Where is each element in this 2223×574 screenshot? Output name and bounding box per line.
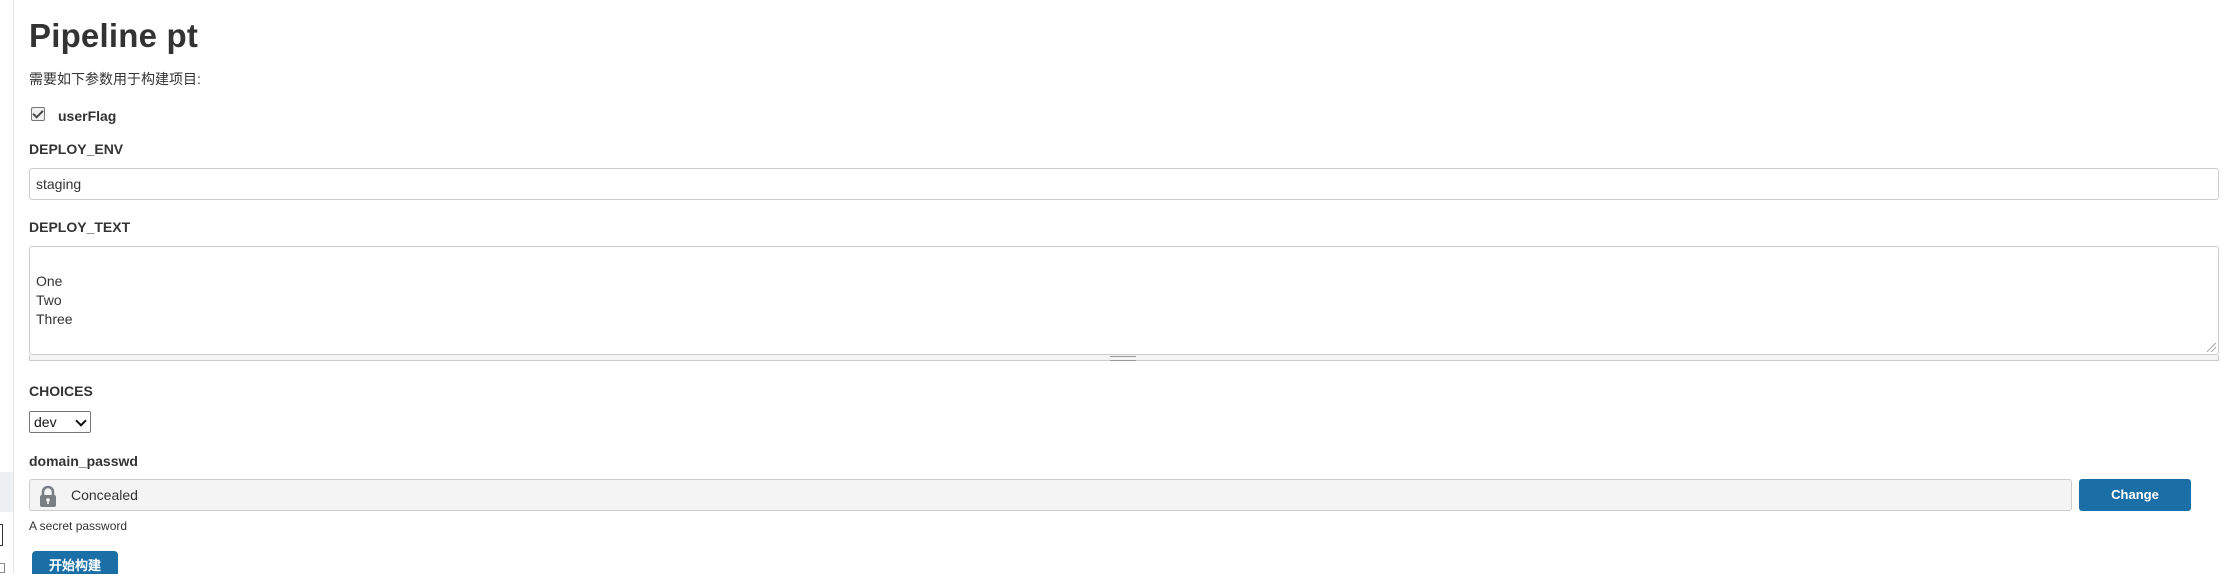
deploy-text-value: One Two Three [36, 273, 73, 327]
lock-icon [40, 485, 56, 507]
domain-passwd-hint: A secret password [29, 519, 128, 533]
resize-handle-grip-icon [1110, 356, 1136, 361]
side-panel-highlight [0, 472, 13, 512]
chevron-down-icon [75, 415, 87, 427]
deploy-env-label: DEPLOY_ENV [29, 141, 124, 157]
textarea-resize-grip[interactable] [2207, 343, 2216, 352]
domain-passwd-row: Concealed Change Password [29, 479, 2219, 534]
domain-passwd-label: domain_passwd [29, 453, 138, 469]
deploy-text-textarea[interactable]: One Two Three [29, 246, 2219, 355]
textarea-resize-handle[interactable] [29, 355, 2219, 361]
build-button[interactable]: 开始构建 [32, 551, 118, 574]
choices-select[interactable]: dev [29, 411, 91, 433]
domain-passwd-value: Concealed [71, 487, 138, 503]
userflag-checkbox[interactable] [31, 107, 45, 121]
side-panel-edge [0, 0, 14, 574]
side-panel-icon-fragment [0, 524, 3, 546]
deploy-text-label: DEPLOY_TEXT [29, 219, 131, 235]
domain-passwd-field: Concealed [29, 479, 2072, 511]
choices-label: CHOICES [29, 383, 93, 399]
change-password-button[interactable]: Change Password [2079, 479, 2191, 534]
userflag-label: userFlag [58, 108, 117, 124]
userflag-parameter: userFlag [31, 104, 116, 124]
build-with-parameters-page: Pipeline pt 需要如下参数用于构建项目: userFlag DEPLO… [0, 0, 2223, 574]
side-panel-icon-fragment-2 [0, 563, 5, 573]
page-title: Pipeline pt [29, 17, 199, 54]
choices-selected-value: dev [34, 414, 57, 430]
parameters-description: 需要如下参数用于构建项目: [29, 71, 201, 87]
deploy-env-input[interactable]: staging [29, 168, 2219, 200]
